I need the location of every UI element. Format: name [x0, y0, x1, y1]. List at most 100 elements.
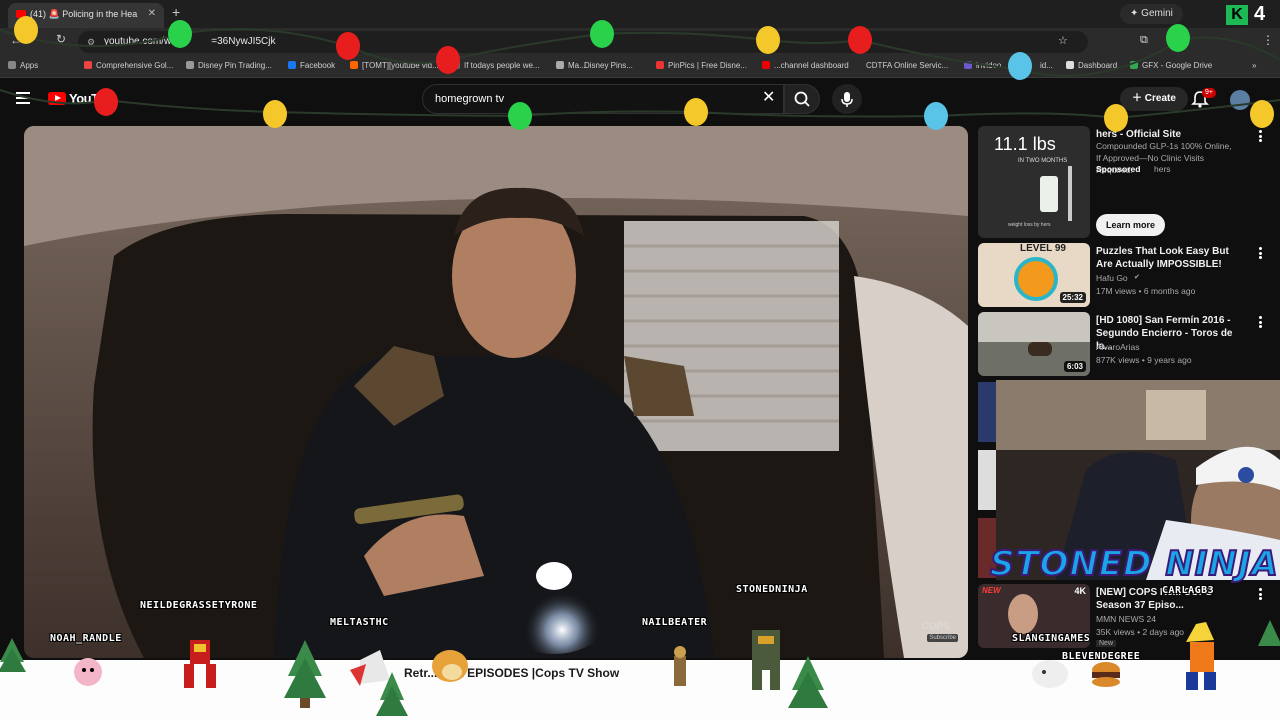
christmas-tree-icon [788, 656, 828, 708]
crowd-image [978, 312, 1090, 342]
chat-username: NEILDEGRASSETYRONE [140, 600, 258, 611]
browser-menu-icon[interactable]: ⋮ [1262, 33, 1274, 47]
recommended-video[interactable]: 6:03 [HD 1080] San Fermín 2016 - Segundo… [978, 312, 1278, 376]
bull-image [1028, 342, 1052, 356]
bookmark-apps[interactable]: Apps [8, 61, 38, 70]
christmas-tree-icon [0, 638, 26, 672]
video-meta: 877K views • 9 years ago [1096, 355, 1192, 365]
gemini-button[interactable]: ✦ Gemini [1120, 4, 1183, 24]
close-tab-icon[interactable]: ✕ [148, 3, 156, 25]
christmas-tree-icon [1258, 620, 1280, 646]
menu-icon[interactable] [16, 92, 30, 104]
gemini-label: Gemini [1141, 8, 1173, 19]
channel-name[interactable]: ÁlvaroArias [1096, 342, 1139, 352]
create-button[interactable]: ＋ Create [1120, 87, 1188, 111]
bookmarks-bar: Apps Comprehensive Gol... Disney Pin Tra… [0, 56, 1280, 78]
sponsored-label: Sponsored [1096, 164, 1141, 174]
more-actions-icon[interactable] [1259, 588, 1262, 600]
goku-sprite-icon [1186, 622, 1216, 690]
bookmark-item[interactable]: Facebook [288, 61, 335, 70]
bookmark-item[interactable]: ...channel dashboard [762, 61, 849, 70]
address-bar[interactable]: ⚙ youtube.com/w =36NywJI5Cjk [78, 31, 1088, 53]
ad-thumb-headline: 11.1 lbs [994, 134, 1056, 154]
fox-sprite-icon [350, 650, 390, 686]
partial-thumbnail[interactable] [978, 382, 996, 442]
bookmark-item[interactable]: PinPics | Free Disne... [656, 61, 747, 70]
bookmark-item[interactable]: Dashboard [1066, 61, 1117, 70]
account-avatar[interactable] [1230, 90, 1250, 110]
ad-thumbnail[interactable]: 11.1 lbs IN TWO MONTHS weight loss by he… [978, 126, 1090, 238]
new-tab-button[interactable]: + [172, 4, 180, 20]
youtube-favicon-icon [16, 10, 26, 18]
cat-sprite-icon [1032, 660, 1068, 688]
stream-banner: STONED NINJA [989, 543, 1279, 585]
ad-thumb-subline: IN TWO MONTHS [1018, 158, 1068, 164]
url-suffix: =36NywJI5Cjk [211, 36, 276, 47]
bookmark-item[interactable]: id... [1040, 61, 1053, 70]
partial-thumbnail[interactable] [978, 450, 996, 510]
video-thumbnail[interactable]: 6:03 [978, 312, 1090, 376]
reload-icon[interactable]: ↻ [56, 32, 66, 46]
browser-tab[interactable]: (41) 🚨 Policing in the Hea ✕ [8, 3, 164, 28]
video-duration: 25:32 [1059, 292, 1086, 303]
search-input[interactable]: homegrown tv [422, 84, 784, 114]
bookmark-item[interactable]: Disney Pins... [584, 61, 633, 70]
bookmark-item[interactable]: [TOMT][youtube vid... [350, 61, 439, 70]
video-frame [24, 126, 968, 658]
more-actions-icon[interactable] [1259, 316, 1262, 328]
ad-advertiser: hers [1154, 164, 1171, 174]
master-chief-sprite-icon [752, 630, 780, 690]
site-info-icon[interactable]: ⚙ [87, 31, 95, 53]
bookmark-item[interactable]: Comprehensive Gol... [84, 61, 173, 70]
video-meta: 17M views • 6 months ago [1096, 286, 1196, 296]
dragonite-sprite-icon [432, 650, 468, 682]
more-actions-icon[interactable] [1259, 247, 1262, 259]
url-text: youtube.com/w [104, 36, 172, 47]
sponsored-ad[interactable]: 11.1 lbs IN TWO MONTHS weight loss by he… [978, 126, 1278, 238]
bookmark-item[interactable]: invideo [964, 61, 1001, 70]
browser-tab-strip: (41) 🚨 Policing in the Hea ✕ + ✦ Gemini … [0, 0, 1280, 28]
back-icon[interactable]: ← [10, 33, 22, 47]
extensions-icon[interactable]: ⧉ [1140, 34, 1148, 47]
bookmark-item[interactable]: CDTFA Online Servic... [866, 61, 948, 70]
warrior-sprite-icon [674, 646, 686, 686]
channel-name[interactable]: Hafu Go [1096, 273, 1128, 283]
vial-icon [1040, 176, 1058, 212]
bookmark-item[interactable]: GFX - Google Drive [1130, 61, 1212, 70]
chat-username: STONEDNINJA [736, 584, 808, 595]
chat-sprites-layer [0, 620, 1280, 716]
voice-search-button[interactable] [832, 84, 862, 114]
ironman-sprite-icon [184, 640, 216, 688]
learn-more-button[interactable]: Learn more [1096, 214, 1166, 236]
search-button[interactable] [784, 84, 820, 114]
youtube-logo-icon[interactable] [48, 92, 66, 105]
kick-logo-icon: K [1226, 5, 1248, 25]
verified-icon: ✔ [1134, 274, 1140, 281]
chat-username: CARLAGB3 [1162, 585, 1215, 596]
bookmark-item[interactable]: Disney Pin Trading... [186, 61, 272, 70]
syringe-icon [1068, 166, 1072, 221]
bookmark-item[interactable]: If todays people we... [452, 61, 540, 70]
ad-thumb-footer: weight loss by hers [1008, 222, 1051, 228]
thumb-4k-badge: 4K [1074, 586, 1086, 596]
search-icon [794, 91, 810, 107]
video-player[interactable]: COPS Subscribe [24, 126, 968, 658]
clear-search-icon[interactable]: ✕ [762, 89, 775, 107]
youtube-logo-text[interactable]: YouT [69, 91, 99, 106]
corner-counter: 4 [1254, 3, 1266, 25]
video-duration: 6:03 [1063, 361, 1086, 372]
tab-title: (41) 🚨 Policing in the Hea [30, 9, 138, 19]
bookmark-item[interactable]: Ma... [556, 61, 586, 70]
burger-sprite-icon [1092, 662, 1120, 687]
notification-count-badge: 9+ [1202, 88, 1216, 98]
video-thumbnail[interactable]: LEVEL 99 25:32 [978, 243, 1090, 307]
video-title[interactable]: Puzzles That Look Easy But Are Actually … [1096, 245, 1242, 271]
bookmark-star-icon[interactable]: ☆ [1058, 34, 1068, 47]
thumb-level-text: LEVEL 99 [1020, 243, 1066, 254]
microphone-icon [841, 92, 853, 107]
create-label: Create [1144, 93, 1176, 104]
more-actions-icon[interactable] [1259, 130, 1262, 142]
puzzle-ball-icon [1014, 257, 1058, 301]
more-bookmarks-icon[interactable]: » [1252, 61, 1256, 70]
recommended-video[interactable]: LEVEL 99 25:32 Puzzles That Look Easy Bu… [978, 243, 1278, 307]
